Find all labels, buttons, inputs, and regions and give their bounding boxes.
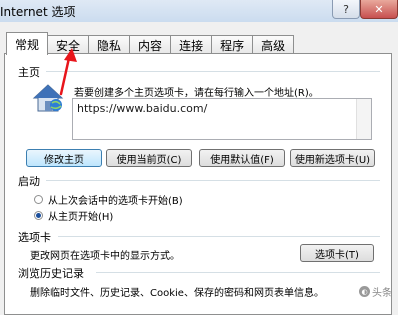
use-new-tab-button[interactable]: 使用新选项卡(U) [290, 149, 375, 167]
homepage-section-label: 主页 [18, 66, 40, 79]
tabs-description: 更改网页在选项卡中的显示方式。 [30, 251, 180, 262]
startup-section-label: 启动 [18, 175, 40, 188]
history-divider [96, 272, 380, 273]
title-bar: Internet 选项 ? ✕ [0, 0, 398, 22]
url-scrollbar[interactable] [356, 99, 371, 139]
radio-last-session[interactable] [34, 195, 43, 204]
history-description: 删除临时文件、历史记录、Cookie、保存的密码和网页表单信息。 [30, 288, 324, 299]
tabs-divider [58, 236, 380, 237]
radio-homepage[interactable] [34, 211, 43, 220]
tab-general[interactable]: 常规 [6, 32, 49, 55]
modify-homepage-button[interactable]: 修改主页 [26, 149, 102, 167]
close-button[interactable]: ✕ [360, 0, 398, 19]
homepage-hint: 若要创建多个主页选项卡，请在每行输入一个地址(R)。 [74, 88, 319, 99]
homepage-divider [46, 71, 380, 72]
radio-homepage-label: 从主页开始(H) [48, 212, 114, 223]
window-title: Internet 选项 [0, 5, 76, 19]
tabs-section-label: 选项卡 [18, 231, 51, 244]
watermark: ◐ 头条 [359, 284, 392, 299]
tab-advanced[interactable]: 高级 [252, 35, 295, 55]
tab-connections[interactable]: 连接 [170, 35, 213, 55]
tab-content[interactable]: 内容 [129, 35, 172, 55]
help-button[interactable]: ? [332, 0, 360, 19]
history-section-label: 浏览历史记录 [18, 267, 84, 280]
homepage-url-value: https://www.baidu.com/ [77, 102, 208, 115]
close-icon: ✕ [374, 2, 384, 16]
homepage-url-textarea[interactable]: https://www.baidu.com/ [72, 98, 372, 140]
tab-programs[interactable]: 程序 [211, 35, 254, 55]
tab-privacy[interactable]: 隐私 [88, 35, 131, 55]
tab-strip: 常规 安全 隐私 内容 连接 程序 高级 [6, 32, 295, 55]
help-icon: ? [343, 2, 349, 16]
watermark-text: 头条 [372, 288, 392, 299]
use-current-page-button[interactable]: 使用当前页(C) [106, 149, 192, 167]
red-arrow-annotation [59, 48, 77, 96]
watermark-logo-icon: ◐ [359, 286, 370, 297]
startup-option-homepage[interactable]: 从主页开始(H) [34, 208, 113, 223]
use-default-button[interactable]: 使用默认值(F) [199, 149, 285, 167]
tabs-settings-button[interactable]: 选项卡(T) [300, 244, 374, 262]
radio-last-session-label: 从上次会话中的选项卡开始(B) [48, 196, 183, 207]
startup-divider [46, 180, 380, 181]
startup-option-last-session[interactable]: 从上次会话中的选项卡开始(B) [34, 192, 183, 207]
